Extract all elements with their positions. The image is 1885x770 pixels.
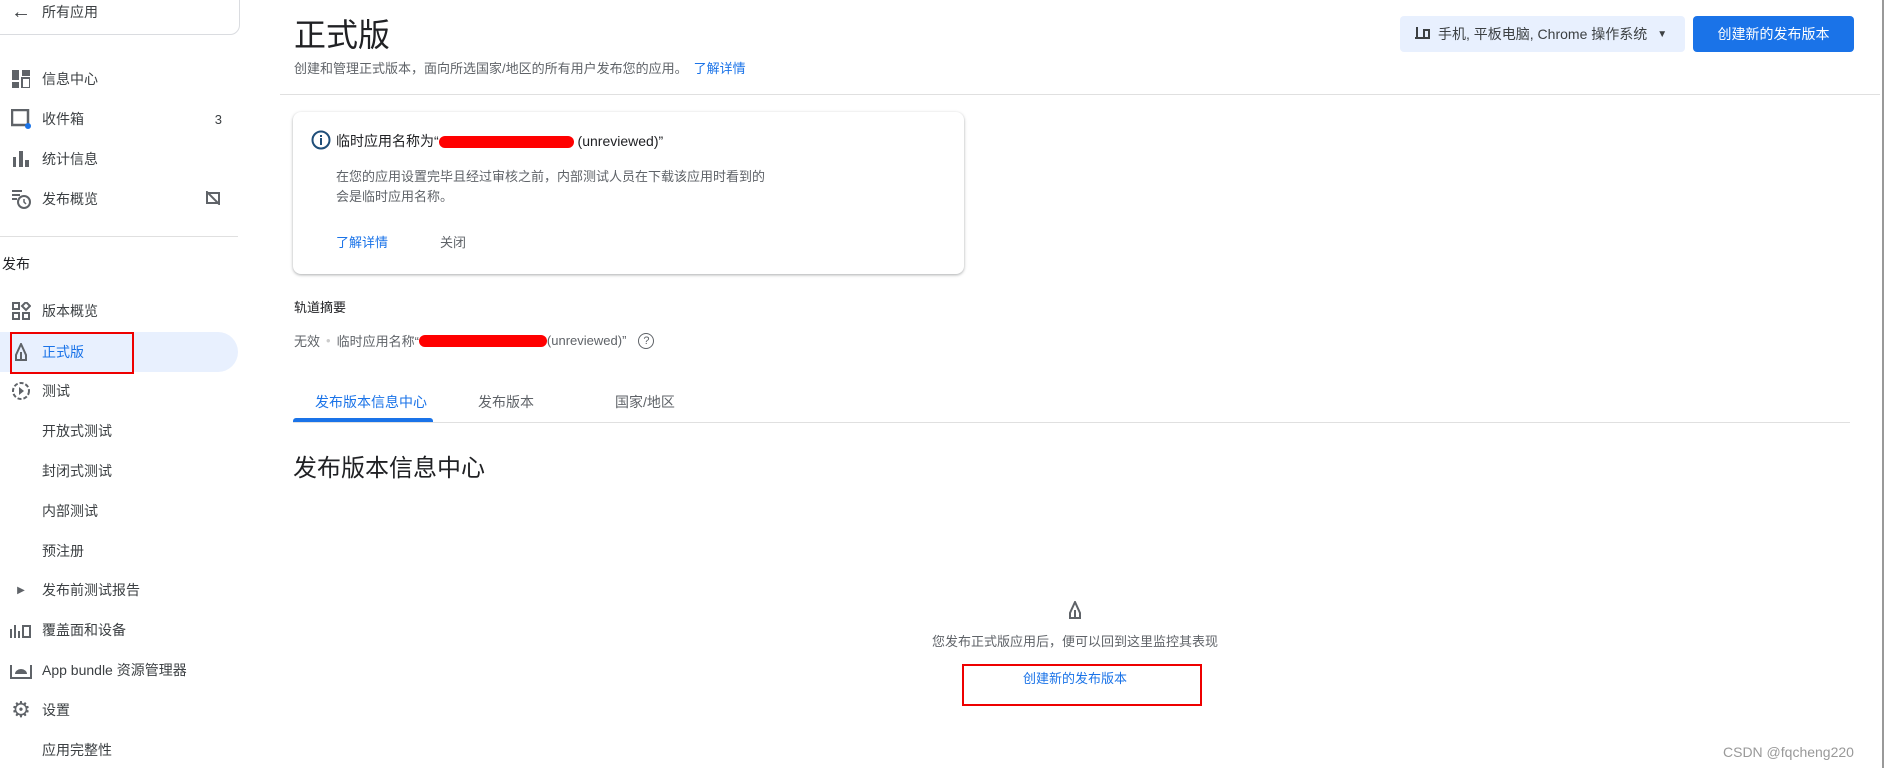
sidebar-item-pre-registration[interactable]: 预注册 bbox=[0, 531, 238, 571]
track-summary-line: 无效 • 临时应用名称“ (unreviewed)” ? bbox=[294, 331, 655, 350]
sidebar-item-dashboard[interactable]: 信息中心 bbox=[0, 59, 238, 99]
sidebar-item-settings[interactable]: ⚙ 设置 bbox=[0, 690, 238, 730]
redaction bbox=[418, 334, 547, 347]
sidebar-item-inbox[interactable]: 收件箱 3 bbox=[0, 99, 238, 139]
info-icon bbox=[311, 130, 331, 155]
page-title: 正式版 bbox=[294, 17, 391, 53]
redaction bbox=[438, 136, 574, 149]
learn-more-link[interactable]: 了解详情 bbox=[694, 61, 746, 76]
sync-off-icon bbox=[205, 189, 221, 208]
sidebar-item-releases-overview[interactable]: 版本概览 bbox=[0, 291, 238, 331]
sidebar-divider bbox=[0, 236, 238, 237]
production-icon bbox=[1066, 599, 1084, 624]
notice-title: 临时应用名称为“ (unreviewed)” bbox=[336, 133, 664, 149]
sidebar-item-internal-testing[interactable]: 内部测试 bbox=[0, 491, 238, 531]
sidebar-item-app-integrity[interactable]: 应用完整性 bbox=[0, 730, 238, 770]
gear-icon: ⚙ bbox=[11, 697, 31, 722]
sidebar-item-testing[interactable]: 测试 bbox=[0, 371, 238, 411]
track-summary-heading: 轨道摘要 bbox=[294, 300, 347, 315]
sidebar-item-open-testing[interactable]: 开放式测试 bbox=[0, 411, 238, 451]
empty-state-text: 您发布正式版应用后，便可以回到这里监控其表现 bbox=[931, 634, 1218, 649]
android-icon bbox=[0, 661, 42, 679]
separator-dot: • bbox=[326, 333, 331, 348]
sidebar-item-closed-testing[interactable]: 封闭式测试 bbox=[0, 451, 238, 491]
dropdown-arrow-icon: ▼ bbox=[1657, 28, 1668, 40]
section-label-release: 发布 bbox=[2, 256, 30, 272]
sidebar-item-pre-launch-report[interactable]: ▶ 发布前测试报告 bbox=[0, 570, 238, 610]
back-to-all-apps[interactable]: ← 所有应用 bbox=[0, 0, 238, 30]
notice-body: 在您的应用设置完毕且经过审核之前，内部测试人员在下载该应用时看到的会是临时应用名… bbox=[336, 169, 766, 204]
device-filter-dropdown[interactable]: 手机, 平板电脑, Chrome 操作系统 ▼ bbox=[1400, 16, 1685, 52]
bar-chart-icon bbox=[0, 151, 42, 167]
header-divider bbox=[280, 94, 1880, 95]
track-status: 无效 bbox=[294, 334, 321, 349]
watermark: CSDN @fqcheng220 bbox=[1723, 744, 1854, 760]
dashboard-icon bbox=[0, 70, 42, 88]
expand-arrow-icon[interactable]: ▶ bbox=[0, 585, 42, 596]
sidebar-item-publishing-overview[interactable]: 发布概览 bbox=[0, 179, 238, 219]
window-border bbox=[1882, 0, 1884, 768]
annotation-box-create bbox=[962, 664, 1202, 706]
arrow-back-icon: ← bbox=[11, 0, 31, 23]
empty-create-release-link[interactable]: 创建新的发布版本 bbox=[0, 668, 1885, 687]
tab-releases[interactable]: 发布版本 bbox=[478, 392, 534, 412]
page-subtitle: 创建和管理正式版本，面向所选国家/地区的所有用户发布您的应用。 了解详情 bbox=[294, 61, 746, 76]
inbox-count-badge: 3 bbox=[214, 111, 222, 127]
tabs-divider bbox=[293, 422, 1850, 423]
create-release-button[interactable]: 创建新的发布版本 bbox=[1693, 16, 1854, 52]
temporary-name-notice: 临时应用名称为“ (unreviewed)” 在您的应用设置完毕且经过审核之前，… bbox=[293, 112, 964, 274]
releases-overview-icon bbox=[0, 301, 42, 321]
section-heading: 发布版本信息中心 bbox=[293, 455, 485, 482]
devices-icon bbox=[1414, 26, 1430, 43]
sidebar-item-app-bundle-explorer[interactable]: App bundle 资源管理器 bbox=[0, 650, 238, 690]
notice-learn-more-link[interactable]: 了解详情 bbox=[336, 232, 388, 251]
help-icon[interactable]: ? bbox=[638, 332, 655, 349]
inbox-icon bbox=[0, 109, 42, 129]
publishing-overview-icon bbox=[0, 189, 42, 209]
tab-release-dashboard[interactable]: 发布版本信息中心 bbox=[315, 392, 427, 412]
sidebar-item-statistics[interactable]: 统计信息 bbox=[0, 139, 238, 179]
annotation-box-sidebar bbox=[10, 332, 134, 374]
testing-icon bbox=[0, 381, 42, 401]
notice-close-button[interactable]: 关闭 bbox=[440, 232, 466, 251]
tab-countries[interactable]: 国家/地区 bbox=[615, 392, 675, 412]
